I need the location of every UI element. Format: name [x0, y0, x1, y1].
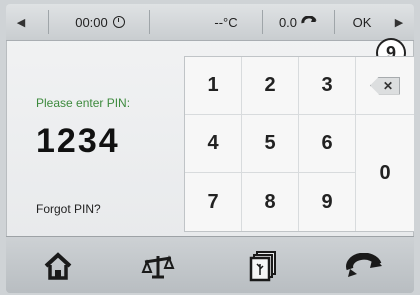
- divider: [48, 10, 49, 34]
- status-bar: ◀ 00:00 --°C 0.0 OK ▶: [6, 4, 414, 41]
- clock-icon: [112, 16, 125, 28]
- documents-icon: [249, 251, 276, 282]
- temperature-value: --°C: [214, 14, 238, 30]
- right-arrow-glyph: ▶: [394, 16, 404, 29]
- rotation-icon: [301, 16, 317, 24]
- key-1[interactable]: 1: [185, 57, 242, 115]
- key-2[interactable]: 2: [242, 57, 299, 115]
- screen: ◀ 00:00 --°C 0.0 OK ▶ 9 Please enter PIN…: [6, 4, 414, 293]
- pin-prompt: Please enter PIN:: [36, 96, 131, 110]
- backspace-button[interactable]: ✕: [356, 57, 414, 115]
- left-arrow-glyph: ◀: [16, 16, 26, 29]
- rotation-button[interactable]: [344, 249, 384, 283]
- temperature-display: --°C: [196, 10, 256, 34]
- key-6[interactable]: 6: [299, 115, 356, 173]
- right-arrow-icon[interactable]: ▶: [388, 10, 410, 34]
- key-9[interactable]: 9: [299, 173, 356, 231]
- time-display: 00:00: [54, 10, 146, 34]
- key-4[interactable]: 4: [185, 115, 242, 173]
- left-arrow-icon[interactable]: ◀: [10, 10, 32, 34]
- documents-button[interactable]: [244, 249, 284, 283]
- forgot-pin-link[interactable]: Forgot PIN?: [36, 202, 101, 216]
- ok-button[interactable]: OK: [340, 10, 384, 34]
- ok-label: OK: [352, 14, 372, 30]
- key-8[interactable]: 8: [242, 173, 299, 231]
- balance-icon: [141, 255, 175, 279]
- balance-button[interactable]: [138, 249, 178, 283]
- backspace-icon: ✕: [370, 76, 400, 95]
- rotation-value: 0.0: [278, 14, 298, 30]
- rotation-icon: [346, 253, 382, 277]
- divider: [334, 10, 335, 34]
- bottom-nav-bar: [6, 236, 414, 293]
- pin-display: 1234: [36, 122, 120, 160]
- backspace-glyph: ✕: [382, 78, 394, 93]
- time-value: 00:00: [75, 14, 108, 30]
- home-icon: [44, 252, 72, 280]
- key-5[interactable]: 5: [242, 115, 299, 173]
- divider: [149, 10, 150, 34]
- pin-keypad: 1 2 3 ✕ 4 5 6 0 7 8 9: [184, 56, 414, 232]
- key-3[interactable]: 3: [299, 57, 356, 115]
- divider: [262, 10, 263, 34]
- rotation-display: 0.0: [268, 10, 328, 34]
- key-0[interactable]: 0: [356, 115, 414, 231]
- home-button[interactable]: [38, 249, 78, 283]
- key-7[interactable]: 7: [185, 173, 242, 231]
